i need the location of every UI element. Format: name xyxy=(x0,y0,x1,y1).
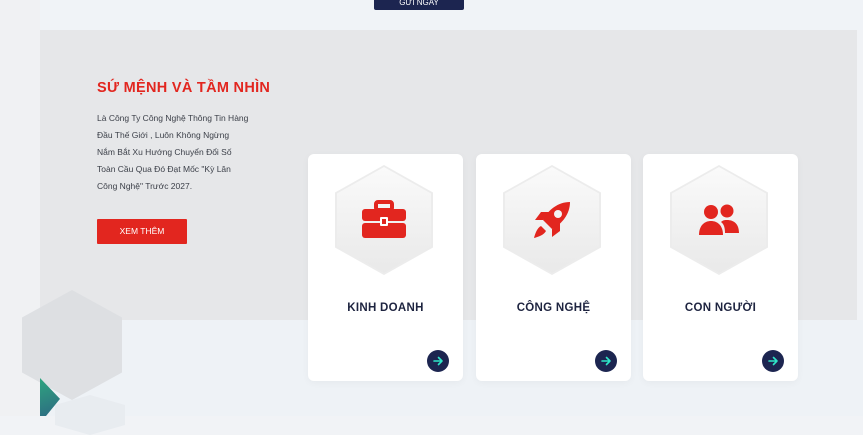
description-line: Là Công Ty Công Nghệ Thông Tin Hàng xyxy=(97,113,249,123)
description-line: Toàn Cầu Qua Đó Đạt Mốc "Kỳ Lân xyxy=(97,164,231,174)
arrow-right-icon xyxy=(433,356,443,366)
briefcase-icon xyxy=(362,200,406,238)
card-arrow-button[interactable] xyxy=(595,350,617,372)
see-more-button[interactable]: XEM THÊM xyxy=(97,219,187,244)
description-line: Công Nghệ" Trước 2027. xyxy=(97,181,193,191)
section-title: SỨ MỆNH VÀ TẦM NHÌN xyxy=(97,80,271,96)
arrow-right-icon xyxy=(768,356,778,366)
card-people[interactable]: CON NGƯỜI xyxy=(643,154,798,381)
card-label: CON NGƯỜI xyxy=(684,302,757,314)
card-arrow-button[interactable] xyxy=(762,350,784,372)
card-label: CÔNG NGHỆ xyxy=(516,302,591,314)
rocket-icon xyxy=(534,202,570,238)
users-icon xyxy=(699,204,739,235)
description-line: Nắm Bắt Xu Hướng Chuyển Đổi Số xyxy=(97,147,232,157)
card-technology[interactable]: CÔNG NGHỆ xyxy=(476,154,631,381)
hexagon-frame xyxy=(670,165,768,275)
section-description: Là Công Ty Công Nghệ Thông Tin Hàng Đầu … xyxy=(97,110,272,195)
card-arrow-button[interactable] xyxy=(427,350,449,372)
submit-button[interactable]: GỬI NGAY xyxy=(374,0,464,10)
hexagon-frame xyxy=(503,165,601,275)
card-business[interactable]: KINH DOANH xyxy=(308,154,463,381)
arrow-right-icon xyxy=(601,356,611,366)
card-label: KINH DOANH xyxy=(347,302,424,314)
description-line: Đầu Thế Giới , Luôn Không Ngừng xyxy=(97,130,230,140)
hexagon-frame xyxy=(335,165,433,275)
